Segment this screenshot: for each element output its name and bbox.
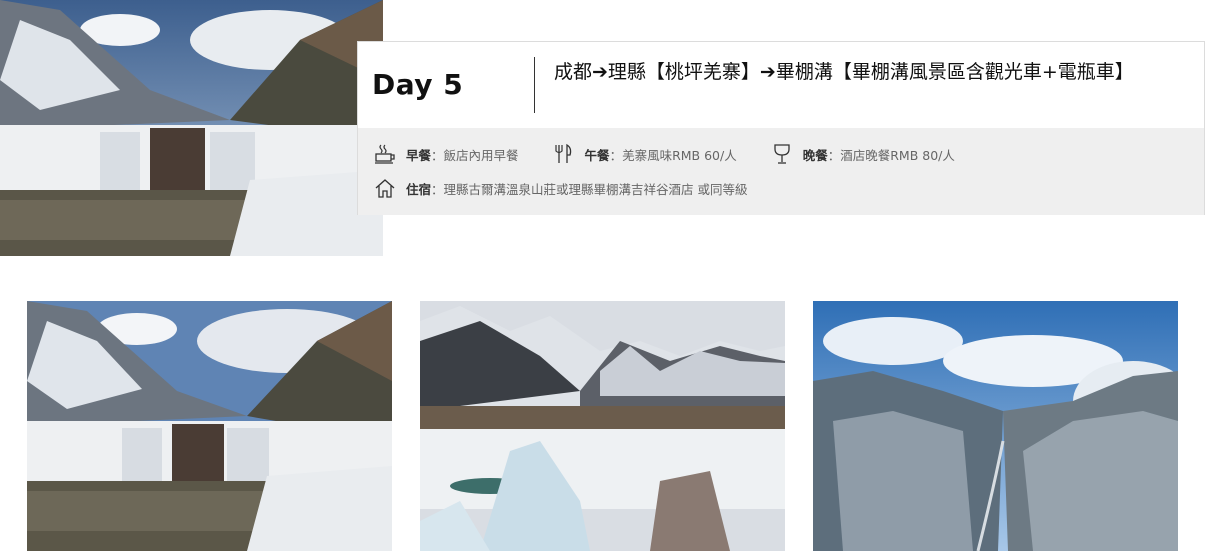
header-divider bbox=[534, 57, 535, 113]
dinner-label: 晚餐 bbox=[802, 147, 828, 163]
day-details: 早餐 ： 飯店內用早餐 午餐 ： 羌寨風味RMB 60/人 晚餐 ： 酒店晚餐R… bbox=[358, 128, 1204, 215]
gallery-frozen-lake-photo[interactable] bbox=[420, 301, 785, 551]
house-icon bbox=[374, 177, 398, 199]
itinerary-day-card: Day 5 成都➔理縣【桃坪羌寨】➔畢棚溝【畢棚溝風景區含觀光車+電瓶車】 早餐… bbox=[357, 41, 1205, 215]
hero-waterfall-photo bbox=[0, 0, 383, 256]
breakfast-label: 早餐 bbox=[406, 147, 432, 163]
lodging-label: 住宿 bbox=[406, 181, 432, 197]
dinner-sep: ： bbox=[827, 147, 841, 163]
route-title: 成都➔理縣【桃坪羌寨】➔畢棚溝【畢棚溝風景區含觀光車+電瓶車】 bbox=[554, 61, 1134, 83]
meal-lunch: 午餐 ： 羌寨風味RMB 60/人 bbox=[553, 143, 737, 165]
lodging-value: 理縣古爾溝溫泉山莊或理縣畢棚溝吉祥谷酒店 或同等級 bbox=[443, 181, 748, 197]
dinner-value: 酒店晚餐RMB 80/人 bbox=[840, 147, 955, 163]
day-header: Day 5 成都➔理縣【桃坪羌寨】➔畢棚溝【畢棚溝風景區含觀光車+電瓶車】 bbox=[358, 42, 1204, 128]
day-label: Day 5 bbox=[372, 68, 464, 101]
breakfast-value: 飯店內用早餐 bbox=[443, 147, 519, 163]
lunch-sep: ： bbox=[609, 147, 623, 163]
lodging-row: 住宿 ： 理縣古爾溝溫泉山莊或理縣畢棚溝吉祥谷酒店 或同等級 bbox=[374, 176, 748, 200]
lunch-label: 午餐 bbox=[584, 147, 610, 163]
gallery-aerial-valley-photo[interactable] bbox=[813, 301, 1178, 551]
lunch-value: 羌寨風味RMB 60/人 bbox=[622, 147, 737, 163]
lodging-sep: ： bbox=[431, 181, 444, 197]
fork-knife-icon bbox=[553, 143, 577, 165]
breakfast-sep: ： bbox=[431, 147, 444, 163]
meals-row: 早餐 ： 飯店內用早餐 午餐 ： 羌寨風味RMB 60/人 晚餐 ： 酒店晚餐R… bbox=[374, 142, 989, 166]
coffee-cup-icon bbox=[374, 143, 398, 165]
wine-glass-icon bbox=[771, 143, 795, 165]
meal-dinner: 晚餐 ： 酒店晚餐RMB 80/人 bbox=[771, 143, 955, 165]
gallery-waterfall-photo[interactable] bbox=[27, 301, 392, 551]
meal-breakfast: 早餐 ： 飯店內用早餐 bbox=[374, 143, 519, 165]
